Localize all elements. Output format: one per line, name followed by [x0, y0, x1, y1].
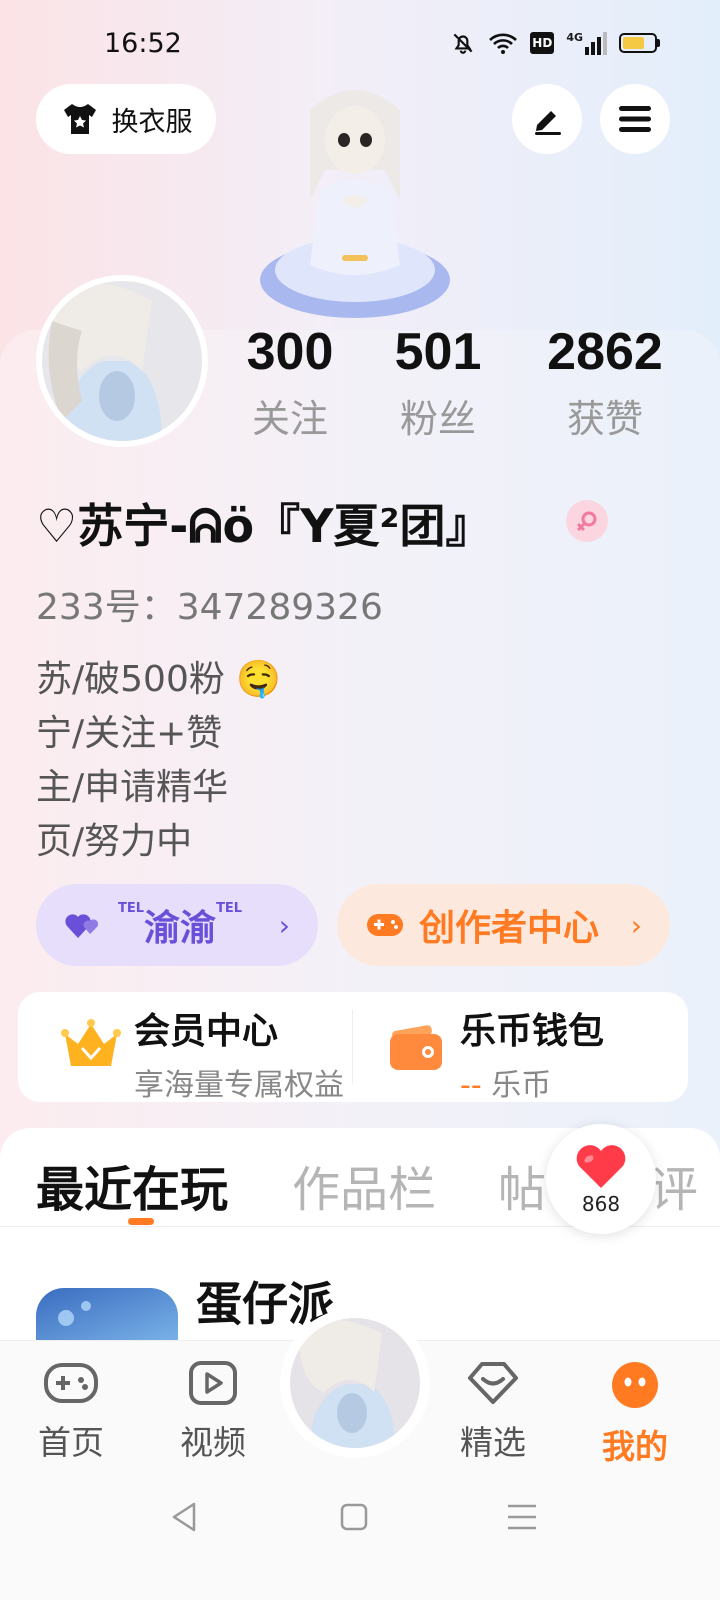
group-tag-prefix: TEL	[118, 901, 145, 916]
mute-bell-icon	[453, 33, 473, 54]
bio-line: 主/申请精华	[36, 767, 229, 808]
wallet-button[interactable]: 乐币钱包 -- 乐币	[460, 1002, 604, 1104]
tshirt-icon	[63, 104, 96, 134]
like-bubble-button[interactable]: 868	[546, 1124, 656, 1234]
home-icon[interactable]	[340, 1503, 368, 1531]
recent-apps-icon[interactable]	[506, 1503, 538, 1531]
bio-line: 页/努力中	[36, 821, 193, 862]
chevron-right-icon: ›	[630, 908, 642, 942]
stat-following-value: 300	[246, 323, 334, 381]
wifi-icon	[489, 33, 518, 54]
user-id: 233号：347289326	[36, 587, 383, 628]
wallet-amount: --	[460, 1068, 482, 1103]
chevron-right-icon: ›	[278, 908, 290, 942]
status-time: 16:52	[104, 28, 182, 59]
nav-video-label: 视频	[180, 1423, 246, 1462]
vip-center-button[interactable]: 会员中心 享海量专属权益	[134, 1002, 344, 1104]
bio-line: 宁/关注+赞	[36, 713, 223, 754]
creator-center-label: 创作者中心	[419, 908, 600, 949]
nav-video[interactable]: 视频	[158, 1360, 268, 1464]
active-tab-indicator	[128, 1218, 154, 1225]
like-count: 868	[581, 1192, 621, 1216]
wallet-subtitle: 乐币	[491, 1068, 552, 1103]
heart-icon	[576, 1145, 626, 1188]
stat-likes-value: 2862	[547, 323, 663, 381]
tab-reviews[interactable]: 评	[650, 1150, 698, 1220]
nav-mine[interactable]: 我的	[580, 1360, 690, 1468]
heart-badge-icon	[468, 1362, 518, 1404]
video-play-icon	[189, 1361, 237, 1405]
stat-fans[interactable]: 501 粉丝	[380, 322, 496, 443]
stat-fans-value: 501	[394, 323, 482, 381]
gamepad-outline-icon	[44, 1363, 98, 1403]
nav-featured[interactable]: 精选	[438, 1360, 548, 1464]
nav-home[interactable]: 首页	[16, 1360, 126, 1464]
group-tag-suffix: TEL	[216, 901, 243, 916]
avatar-image	[42, 281, 202, 441]
pen-icon	[535, 111, 561, 135]
stat-following[interactable]: 300 关注	[232, 322, 348, 443]
gamepad-icon	[367, 914, 403, 936]
center-avatar-image	[290, 1318, 420, 1448]
nav-featured-label: 精选	[460, 1423, 526, 1462]
creator-center-button[interactable]: 创作者中心 ›	[337, 884, 670, 966]
tab-posts[interactable]: 帖	[498, 1150, 546, 1220]
change-clothes-button[interactable]: 换衣服	[36, 84, 216, 154]
vip-center-title: 会员中心	[134, 1011, 279, 1052]
stat-likes[interactable]: 2862 获赞	[530, 322, 680, 443]
tab-recent-play[interactable]: 最近在玩	[36, 1150, 228, 1220]
profile-face-icon	[612, 1362, 658, 1408]
menu-button[interactable]	[600, 84, 670, 154]
status-icons: HD 4G	[450, 30, 660, 56]
battery-icon	[619, 33, 660, 53]
signal-4g-icon: 4G	[566, 31, 607, 55]
hamburger-menu-icon	[619, 106, 651, 132]
tab-works[interactable]: 作品栏	[292, 1150, 436, 1220]
bio-line: 苏/破500粉 🤤	[36, 659, 282, 700]
vip-center-subtitle: 享海量专属权益	[134, 1068, 344, 1103]
crown-icon	[60, 1018, 122, 1078]
group-tag-label: 渝渝	[144, 908, 217, 949]
avatar-character-figure[interactable]	[250, 70, 460, 330]
stat-following-label: 关注	[251, 397, 328, 441]
username: ♡苏宁-ᕱö『Y夏²团』	[36, 499, 492, 553]
nav-home-label: 首页	[38, 1423, 104, 1462]
hearts-icon	[65, 914, 99, 938]
female-gender-icon	[566, 500, 608, 542]
hd-icon: HD	[530, 32, 555, 54]
wallet-title: 乐币钱包	[460, 1011, 605, 1052]
group-tag-button[interactable]: TEL 渝渝 TEL ›	[36, 884, 318, 966]
wallet-icon	[388, 1020, 444, 1076]
stat-fans-label: 粉丝	[399, 397, 476, 441]
change-clothes-label: 换衣服	[111, 106, 193, 138]
back-icon[interactable]	[170, 1500, 200, 1534]
card-divider	[352, 1010, 353, 1084]
stat-likes-label: 获赞	[566, 397, 643, 441]
edit-button[interactable]	[512, 84, 582, 154]
nav-mine-label: 我的	[602, 1427, 668, 1466]
center-avatar-button[interactable]	[280, 1308, 430, 1458]
profile-avatar[interactable]	[36, 275, 208, 447]
